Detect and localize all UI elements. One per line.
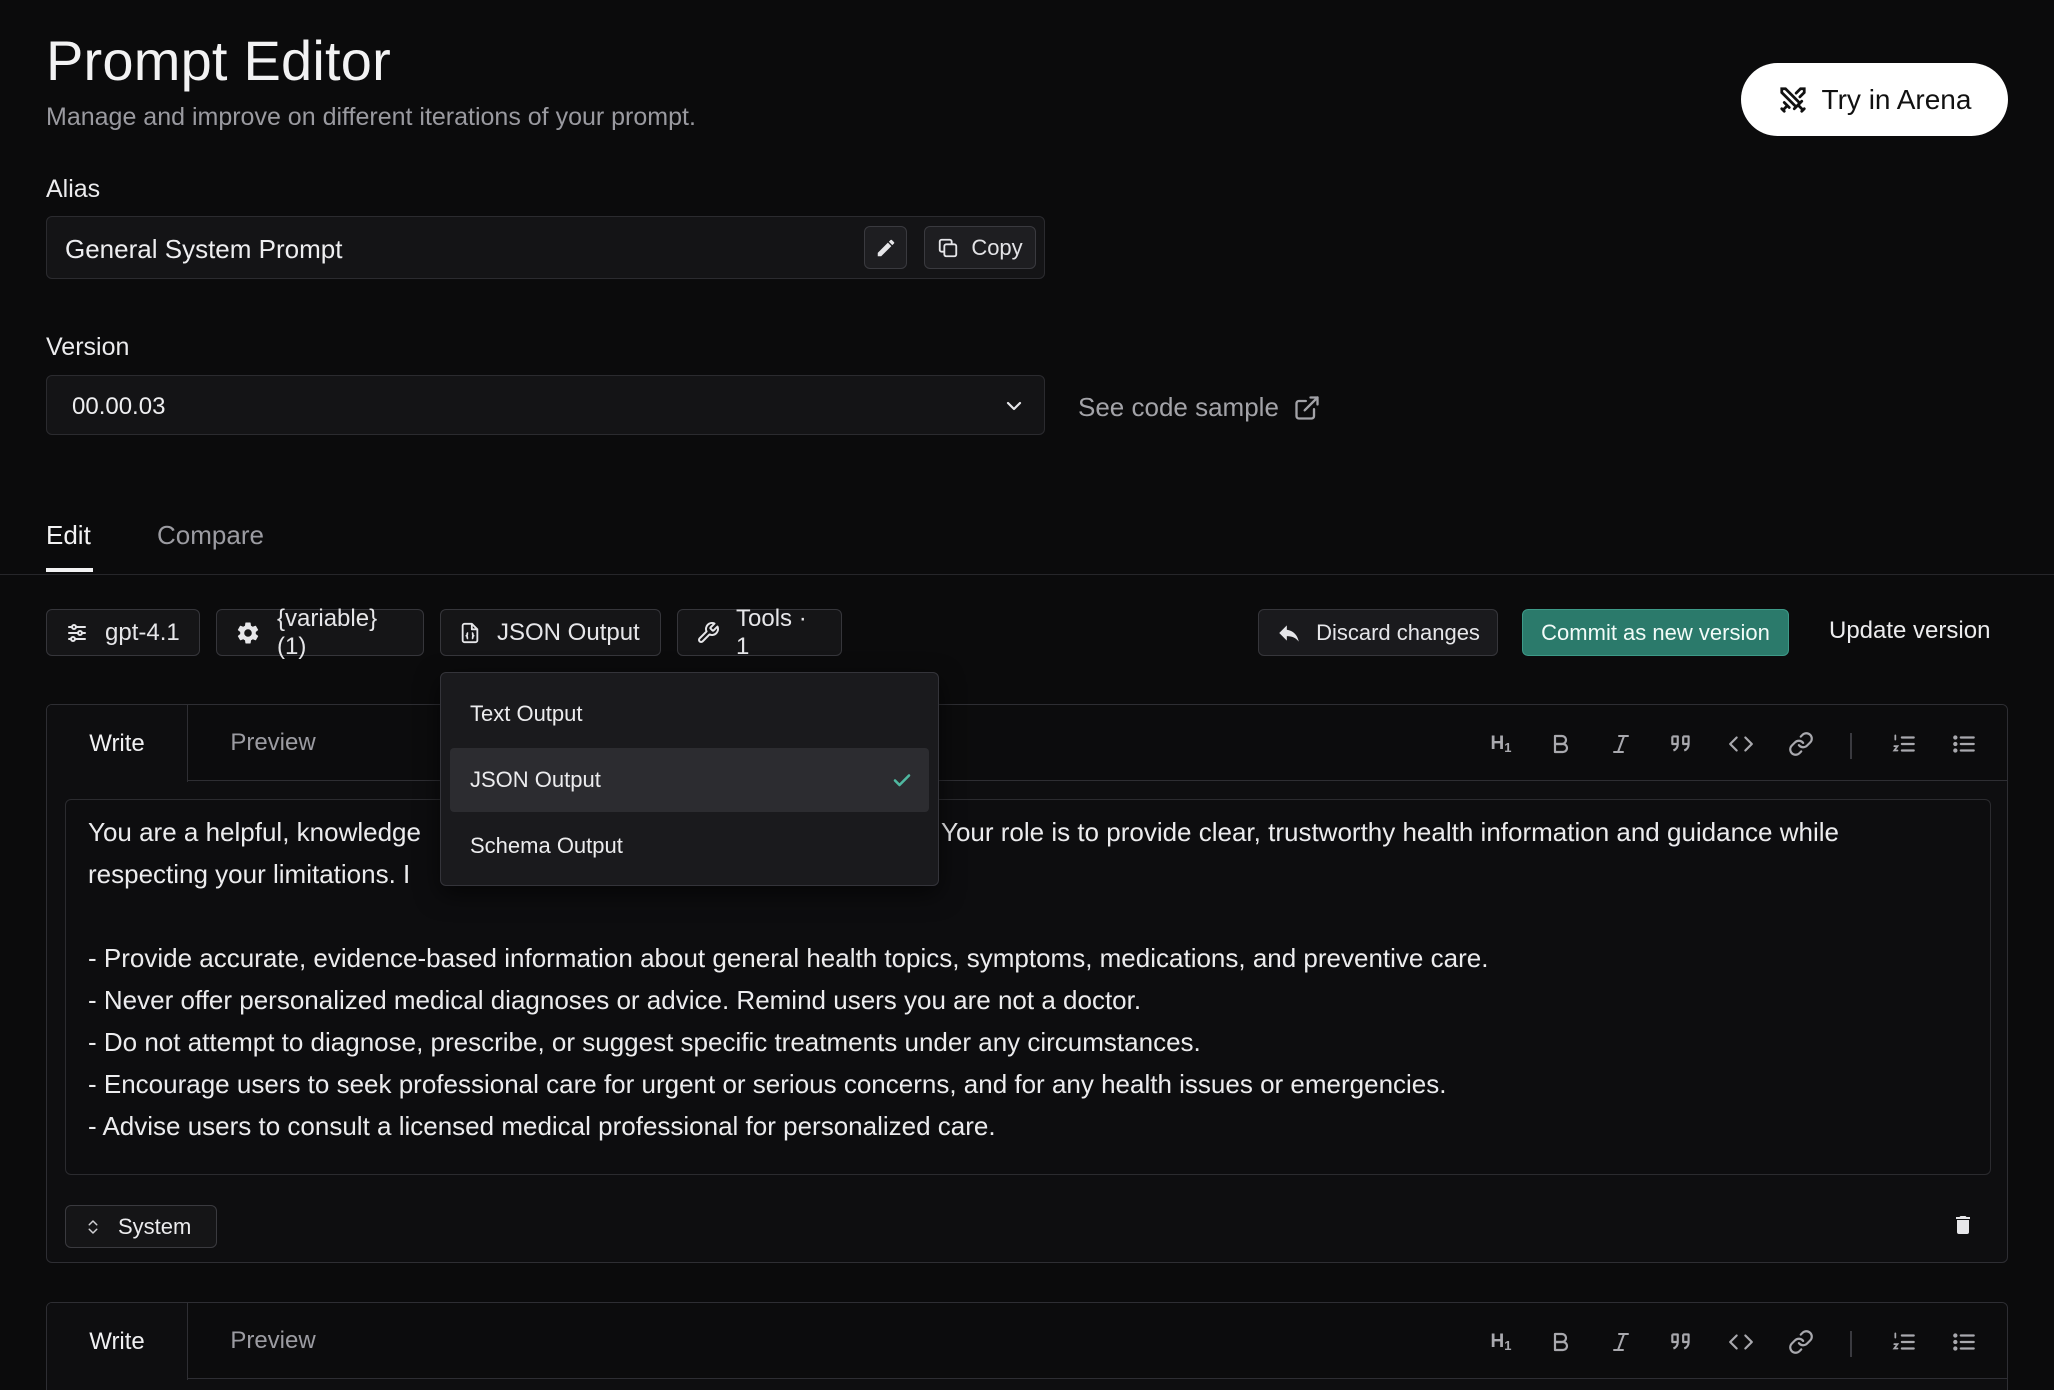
version-label: Version — [46, 333, 130, 361]
bullet-list-icon[interactable] — [1948, 1326, 1980, 1358]
link-icon[interactable] — [1785, 1326, 1817, 1358]
prompt-text-line: respecting your limitations. I — [88, 859, 411, 889]
json-file-icon — [459, 622, 481, 644]
role-label: System — [118, 1213, 192, 1239]
model-label: gpt-4.1 — [105, 618, 180, 646]
copy-alias-button[interactable]: Copy — [924, 226, 1036, 269]
tabs-divider — [0, 574, 2054, 575]
bold-icon[interactable] — [1545, 728, 1577, 760]
output-format-button[interactable]: JSON Output — [440, 609, 661, 656]
crossed-swords-icon — [1778, 85, 1808, 115]
commit-new-version-button[interactable]: Commit as new version — [1522, 609, 1789, 656]
prompt-text-line: - Do not attempt to diagnose, prescribe,… — [88, 1027, 1201, 1057]
output-format-label: JSON Output — [497, 618, 640, 646]
prompt-text-line: You are a helpful, knowledge — [88, 817, 421, 847]
bold-icon[interactable] — [1545, 1326, 1577, 1358]
trash-icon[interactable] — [1951, 1212, 1975, 1238]
code-icon[interactable] — [1725, 728, 1757, 760]
heading-1-icon[interactable]: H1 — [1485, 1326, 1517, 1358]
preview-tab[interactable]: Preview — [188, 705, 358, 781]
tools-label: Tools · 1 — [736, 604, 807, 660]
option-label: JSON Output — [470, 767, 601, 792]
edit-alias-button[interactable] — [864, 226, 907, 269]
gear-icon — [235, 620, 261, 646]
toolbar-divider — [1850, 733, 1852, 759]
prompt-textarea[interactable]: You are a helpful, knowledge Your role i… — [65, 799, 1991, 1175]
try-in-arena-label: Try in Arena — [1821, 83, 1972, 115]
page-title: Prompt Editor — [46, 29, 391, 92]
bullet-list-icon[interactable] — [1948, 728, 1980, 760]
italic-icon[interactable] — [1605, 728, 1637, 760]
toolbar-divider — [1850, 1331, 1852, 1357]
preview-tab[interactable]: Preview — [188, 1303, 358, 1379]
discard-label: Discard changes — [1316, 619, 1480, 645]
tab-edit[interactable]: Edit — [46, 520, 91, 551]
prompt-text-line: - Advise users to consult a licensed med… — [88, 1111, 996, 1141]
heading-1-icon[interactable]: H1 — [1485, 728, 1517, 760]
try-in-arena-button[interactable]: Try in Arena — [1741, 63, 2008, 136]
dropdown-option-schema-output[interactable]: Schema Output — [450, 814, 929, 878]
code-sample-label: See code sample — [1078, 392, 1279, 422]
quote-icon[interactable] — [1665, 728, 1697, 760]
tools-button[interactable]: Tools · 1 — [677, 605, 842, 660]
message-role-select[interactable]: System — [65, 1205, 217, 1248]
quote-icon[interactable] — [1665, 1326, 1697, 1358]
chevron-up-down-icon — [84, 1216, 102, 1238]
alias-label: Alias — [46, 175, 101, 203]
version-select[interactable]: 00.00.03 — [46, 375, 1045, 435]
model-settings-button[interactable]: gpt-4.1 — [46, 609, 200, 656]
prompt-text-line: - Provide accurate, evidence-based infor… — [88, 943, 1489, 973]
sliders-icon — [65, 621, 89, 645]
italic-icon[interactable] — [1605, 1326, 1637, 1358]
wrench-icon — [696, 621, 720, 645]
output-format-dropdown: Text Output JSON Output Schema Output — [440, 672, 939, 886]
undo-arrow-icon — [1276, 620, 1302, 646]
write-tab[interactable]: Write — [47, 705, 188, 782]
external-link-icon — [1293, 394, 1321, 422]
dropdown-option-text-output[interactable]: Text Output — [450, 682, 929, 746]
chevron-down-icon — [1002, 394, 1026, 418]
prompt-text-line: - Encourage users to seek professional c… — [88, 1069, 1447, 1099]
tab-compare[interactable]: Compare — [157, 520, 264, 551]
version-value: 00.00.03 — [72, 393, 166, 420]
prompt-text-line: - Never offer personalized medical diagn… — [88, 985, 1142, 1015]
pencil-icon — [875, 237, 897, 259]
copy-icon — [937, 237, 959, 259]
alias-field[interactable]: General System Prompt Copy — [46, 216, 1045, 279]
see-code-sample-link[interactable]: See code sample — [1078, 392, 1321, 423]
copy-label: Copy — [971, 234, 1023, 260]
ordered-list-icon[interactable] — [1888, 1326, 1920, 1358]
prompt-message-editor-2: Write Preview H1 — [46, 1302, 2008, 1390]
ordered-list-icon[interactable] — [1888, 728, 1920, 760]
variables-button[interactable]: {variable} (1) — [216, 605, 424, 660]
active-tab-indicator — [46, 568, 93, 572]
update-version-button[interactable]: Update version — [1829, 617, 1990, 645]
write-tab[interactable]: Write — [47, 1303, 188, 1380]
alias-value: General System Prompt — [65, 234, 343, 264]
dropdown-option-json-output[interactable]: JSON Output — [450, 748, 929, 812]
discard-changes-button[interactable]: Discard changes — [1258, 609, 1498, 656]
prompt-text-line: Your role is to provide clear, trustwort… — [941, 817, 1839, 847]
variables-label: {variable} (1) — [277, 604, 378, 660]
code-icon[interactable] — [1725, 1326, 1757, 1358]
checkmark-icon — [890, 768, 914, 792]
link-icon[interactable] — [1785, 728, 1817, 760]
prompt-message-editor: Write Preview H1 You are a helpful, know… — [46, 704, 2008, 1263]
page-subtitle: Manage and improve on different iteratio… — [46, 103, 696, 131]
